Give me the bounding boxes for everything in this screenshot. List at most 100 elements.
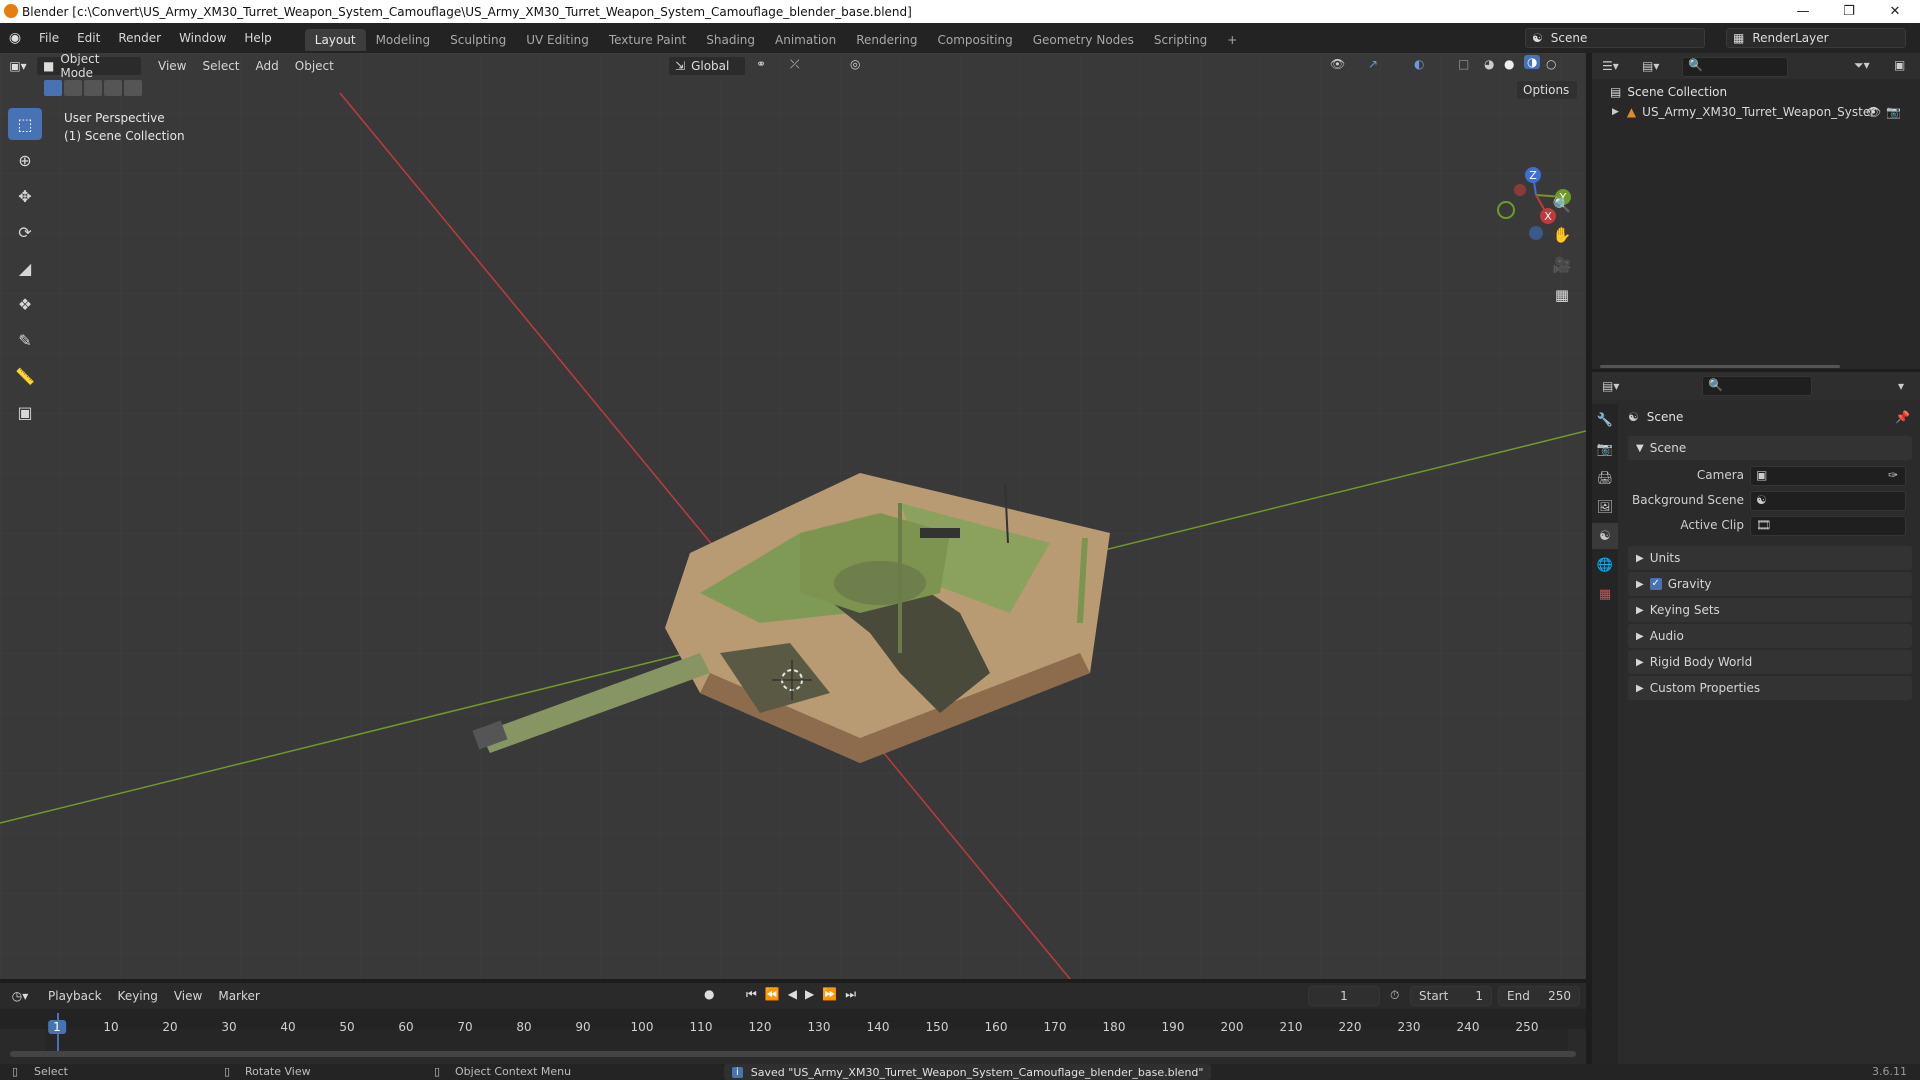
- menu-file[interactable]: File: [30, 23, 68, 53]
- menu-window[interactable]: Window: [170, 23, 235, 53]
- preview-range-icon[interactable]: ⏱: [1390, 988, 1399, 1003]
- view-layer-tab-icon[interactable]: 🖼: [1592, 494, 1618, 520]
- menu-help[interactable]: Help: [235, 23, 280, 53]
- tab-compositing[interactable]: Compositing: [927, 29, 1022, 51]
- play-icon[interactable]: ▶: [805, 987, 814, 1002]
- tab-texture-paint[interactable]: Texture Paint: [599, 29, 696, 51]
- tab-geometry-nodes[interactable]: Geometry Nodes: [1023, 29, 1144, 51]
- minimize-button[interactable]: —: [1780, 0, 1826, 23]
- camera-field[interactable]: [1750, 466, 1906, 486]
- outliner-row-object[interactable]: ▶ ▲ US_Army_XM30_Turret_Weapon_Syster 👁 …: [1612, 102, 1912, 122]
- viewport-menu-object[interactable]: Object: [287, 55, 342, 77]
- save-report[interactable]: i Saved "US_Army_XM30_Turret_Weapon_Syst…: [724, 1064, 1212, 1080]
- keying-sets-panel[interactable]: ▶ Keying Sets: [1628, 598, 1912, 622]
- properties-editor-icon[interactable]: ▤▾: [1602, 379, 1619, 393]
- display-mode-icon[interactable]: ▤▾: [1642, 59, 1659, 73]
- custom-properties-panel[interactable]: ▶ Custom Properties: [1628, 676, 1912, 700]
- pan-hand-icon[interactable]: ✋: [1550, 223, 1574, 247]
- move-tool-icon[interactable]: ✥: [8, 180, 42, 212]
- outliner-scrollbar[interactable]: [1600, 365, 1840, 368]
- close-button[interactable]: ✕: [1872, 0, 1918, 23]
- tab-rendering[interactable]: Rendering: [846, 29, 927, 51]
- select-extend-icon[interactable]: [64, 80, 82, 96]
- 3d-viewport[interactable]: Z Y X User Perspective (1) Scene Collect…: [0, 53, 1586, 979]
- pin-icon[interactable]: 📌: [1895, 410, 1910, 424]
- units-panel[interactable]: ▶ Units: [1628, 546, 1912, 570]
- ortho-grid-icon[interactable]: ▦: [1550, 283, 1574, 307]
- end-frame-field[interactable]: End 250: [1498, 986, 1580, 1006]
- solid-shading-icon[interactable]: ●: [1504, 57, 1514, 71]
- properties-dropdown-icon[interactable]: ▾: [1898, 379, 1904, 393]
- add-workspace-button[interactable]: +: [1217, 29, 1247, 51]
- outliner-row-root[interactable]: ▤ Scene Collection: [1610, 85, 1727, 99]
- eyedropper-icon[interactable]: ✑: [1888, 468, 1898, 482]
- output-tab-icon[interactable]: 🖨: [1592, 465, 1618, 491]
- select-subtract-icon[interactable]: [84, 80, 102, 96]
- rigid-body-world-panel[interactable]: ▶ Rigid Body World: [1628, 650, 1912, 674]
- editor-type-icon[interactable]: ▣▾: [0, 59, 36, 73]
- timeline-menu-keying[interactable]: Keying: [110, 985, 166, 1007]
- snap-icon[interactable]: ⤫: [790, 57, 800, 72]
- tool-tab-icon[interactable]: 🔧: [1592, 407, 1618, 433]
- tab-scripting[interactable]: Scripting: [1144, 29, 1217, 51]
- start-frame-field[interactable]: Start 1: [1410, 986, 1492, 1006]
- tab-uv-editing[interactable]: UV Editing: [516, 29, 599, 51]
- scene-subpanel-header[interactable]: ▼ Scene: [1628, 436, 1912, 460]
- viewport-menu-select[interactable]: Select: [194, 55, 247, 77]
- select-invert-icon[interactable]: [104, 80, 122, 96]
- rotate-tool-icon[interactable]: ⟳: [8, 216, 42, 248]
- outliner-panel[interactable]: ☰▾ ▤▾ 🔍 ⏷▾ ▣ ▤ Scene Collection ▶ ▲ US_A…: [1592, 53, 1920, 369]
- proportional-edit-icon[interactable]: ◎: [850, 57, 860, 71]
- timeline-menu-view[interactable]: View: [166, 985, 210, 1007]
- camera-view-icon[interactable]: 🎥: [1550, 253, 1574, 277]
- xray-icon[interactable]: □: [1458, 57, 1469, 71]
- tab-modeling[interactable]: Modeling: [366, 29, 441, 51]
- next-keyframe-icon[interactable]: ⏩: [822, 987, 837, 1002]
- select-intersect-icon[interactable]: [124, 80, 142, 96]
- scale-tool-icon[interactable]: ◢: [8, 252, 42, 284]
- outliner-editor-icon[interactable]: ☰▾: [1602, 59, 1619, 73]
- prev-keyframe-icon[interactable]: ⏪: [765, 987, 780, 1002]
- timeline-menu-marker[interactable]: Marker: [210, 985, 267, 1007]
- gravity-checkbox[interactable]: ✓: [1649, 578, 1662, 590]
- pivot-icon[interactable]: ⚭: [756, 57, 766, 71]
- scene-selector[interactable]: ☯ Scene: [1525, 28, 1705, 48]
- filter-icon[interactable]: ⏷▾: [1854, 58, 1870, 73]
- transform-orientation-selector[interactable]: ⇲ Global: [668, 56, 746, 76]
- transform-tool-icon[interactable]: ❖: [8, 288, 42, 320]
- jump-start-icon[interactable]: ⏮: [746, 987, 757, 1002]
- options-button[interactable]: Options: [1516, 80, 1578, 100]
- gizmo-toggle-icon[interactable]: ↗: [1368, 57, 1378, 71]
- blender-menu-icon[interactable]: ◉: [0, 30, 30, 46]
- view-layer-selector[interactable]: ▦ RenderLayer: [1726, 28, 1906, 48]
- material-shading-icon[interactable]: ◑: [1524, 55, 1541, 69]
- properties-panel[interactable]: ▤▾ 🔍 ▾ 🔧 📷 🖨 🖼 ☯ 🌐 ▦ ☯ Scene 📌 ▼ Scene C…: [1592, 372, 1920, 1064]
- timeline-scrollbar[interactable]: [10, 1051, 1576, 1057]
- tab-shading[interactable]: Shading: [696, 29, 765, 51]
- visibility-icon[interactable]: 👁: [1330, 57, 1345, 71]
- mode-selector[interactable]: ■ Object Mode: [36, 52, 142, 80]
- active-clip-field[interactable]: [1750, 516, 1906, 536]
- expand-arrow-icon[interactable]: ▶: [1612, 107, 1619, 117]
- render-camera-icon[interactable]: 📷: [1886, 105, 1901, 119]
- tab-animation[interactable]: Animation: [765, 29, 846, 51]
- overlay-toggle-icon[interactable]: ◐: [1414, 57, 1424, 71]
- world-tab-icon[interactable]: 🌐: [1592, 552, 1618, 578]
- new-collection-icon[interactable]: ▣: [1894, 58, 1905, 72]
- viewport-menu-view[interactable]: View: [150, 55, 194, 77]
- maximize-button[interactable]: ❐: [1826, 0, 1872, 23]
- timeline-editor-icon[interactable]: ◷▾: [0, 989, 40, 1003]
- jump-end-icon[interactable]: ⏭: [845, 987, 856, 1002]
- annotate-tool-icon[interactable]: ✎: [8, 324, 42, 356]
- menu-edit[interactable]: Edit: [68, 23, 109, 53]
- rendered-shading-icon[interactable]: ○: [1546, 57, 1556, 71]
- menu-render[interactable]: Render: [109, 23, 170, 53]
- audio-panel[interactable]: ▶ Audio: [1628, 624, 1912, 648]
- record-icon[interactable]: ●: [704, 987, 714, 1001]
- tab-sculpting[interactable]: Sculpting: [440, 29, 516, 51]
- background-scene-field[interactable]: [1750, 491, 1906, 511]
- measure-tool-icon[interactable]: 📏: [8, 360, 42, 392]
- current-frame-field[interactable]: 1: [1308, 986, 1380, 1006]
- render-tab-icon[interactable]: 📷: [1592, 436, 1618, 462]
- gravity-panel[interactable]: ▶ ✓ Gravity: [1628, 572, 1912, 596]
